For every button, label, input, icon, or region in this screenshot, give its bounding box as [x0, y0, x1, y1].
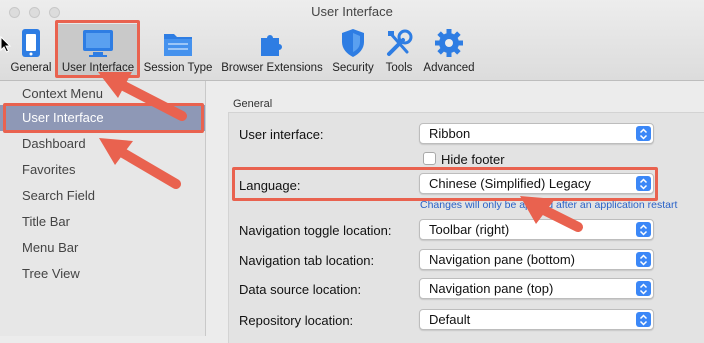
user-interface-select[interactable]: Ribbon: [419, 123, 654, 144]
toolbar-label-security: Security: [332, 62, 374, 74]
select-chevron-icon: [636, 126, 651, 141]
settings-panel: General User interface: Ribbon Hide foot…: [206, 81, 704, 343]
toolbar-item-general[interactable]: General: [8, 24, 54, 76]
toolbar-item-session-type[interactable]: Session Type: [142, 24, 214, 76]
sidebar-item-tree-view[interactable]: Tree View: [0, 261, 205, 287]
data-source-select[interactable]: Navigation pane (top): [419, 278, 654, 299]
select-chevron-icon: [636, 252, 651, 267]
language-select[interactable]: Chinese (Simplified) Legacy: [419, 173, 654, 194]
user-interface-label: User interface:: [239, 127, 324, 142]
toolbar-label-user-interface: User Interface: [61, 62, 135, 74]
select-chevron-icon: [636, 176, 651, 191]
repository-select[interactable]: Default: [419, 309, 654, 330]
select-chevron-icon: [636, 312, 651, 327]
advanced-icon: [421, 24, 477, 58]
data-source-value: Navigation pane (top): [429, 281, 554, 296]
nav-toggle-label: Navigation toggle location:: [239, 223, 392, 238]
sidebar-item-search-field[interactable]: Search Field: [0, 183, 205, 209]
sidebar: Context Menu User Interface Dashboard Fa…: [0, 81, 206, 336]
toolbar-label-browser-extensions: Browser Extensions: [221, 62, 323, 74]
group-title: General: [233, 98, 273, 110]
browser-extensions-icon: [218, 24, 326, 58]
select-chevron-icon: [636, 281, 651, 296]
repository-value: Default: [429, 312, 471, 327]
nav-toggle-value: Toolbar (right): [429, 222, 510, 237]
sidebar-item-user-interface[interactable]: User Interface: [0, 105, 205, 131]
toolbar-label-advanced: Advanced: [423, 62, 475, 74]
toolbar-item-security[interactable]: Security: [329, 24, 377, 76]
restart-note: Changes will only be applied after an ap…: [420, 199, 678, 211]
nav-tab-value: Navigation pane (bottom): [429, 252, 575, 267]
repository-label: Repository location:: [239, 313, 354, 328]
tools-icon: [380, 24, 418, 58]
user-interface-icon: [58, 24, 138, 58]
toolbar-item-advanced[interactable]: Advanced: [421, 24, 477, 76]
window-title: User Interface: [311, 4, 393, 19]
hide-footer-label: Hide footer: [441, 152, 505, 167]
user-interface-value: Ribbon: [429, 126, 471, 141]
data-source-label: Data source location:: [239, 282, 362, 297]
mouse-cursor-icon: [0, 36, 12, 53]
toolbar: User Interface General User Interface Se…: [0, 0, 704, 81]
hide-footer-checkbox[interactable]: [423, 152, 436, 165]
nav-toggle-select[interactable]: Toolbar (right): [419, 219, 654, 240]
language-value: Chinese (Simplified) Legacy: [429, 176, 591, 191]
sidebar-item-menu-bar[interactable]: Menu Bar: [0, 235, 205, 261]
toolbar-label-tools: Tools: [385, 62, 413, 74]
toolbar-item-browser-extensions[interactable]: Browser Extensions: [218, 24, 326, 76]
nav-tab-select[interactable]: Navigation pane (bottom): [419, 249, 654, 270]
toolbar-label-session-type: Session Type: [143, 62, 213, 74]
session-type-icon: [142, 24, 214, 58]
select-chevron-icon: [636, 222, 651, 237]
toolbar-item-user-interface[interactable]: User Interface: [58, 24, 138, 76]
sidebar-item-favorites[interactable]: Favorites: [0, 157, 205, 183]
toolbar-item-tools[interactable]: Tools: [380, 24, 418, 76]
nav-tab-label: Navigation tab location:: [239, 253, 375, 268]
language-label: Language:: [239, 178, 301, 193]
sidebar-item-dashboard[interactable]: Dashboard: [0, 131, 205, 157]
sidebar-item-context-menu[interactable]: Context Menu: [0, 81, 205, 107]
general-icon: [8, 24, 54, 58]
toolbar-label-general: General: [10, 62, 52, 74]
sidebar-item-title-bar[interactable]: Title Bar: [0, 209, 205, 235]
security-icon: [329, 24, 377, 58]
